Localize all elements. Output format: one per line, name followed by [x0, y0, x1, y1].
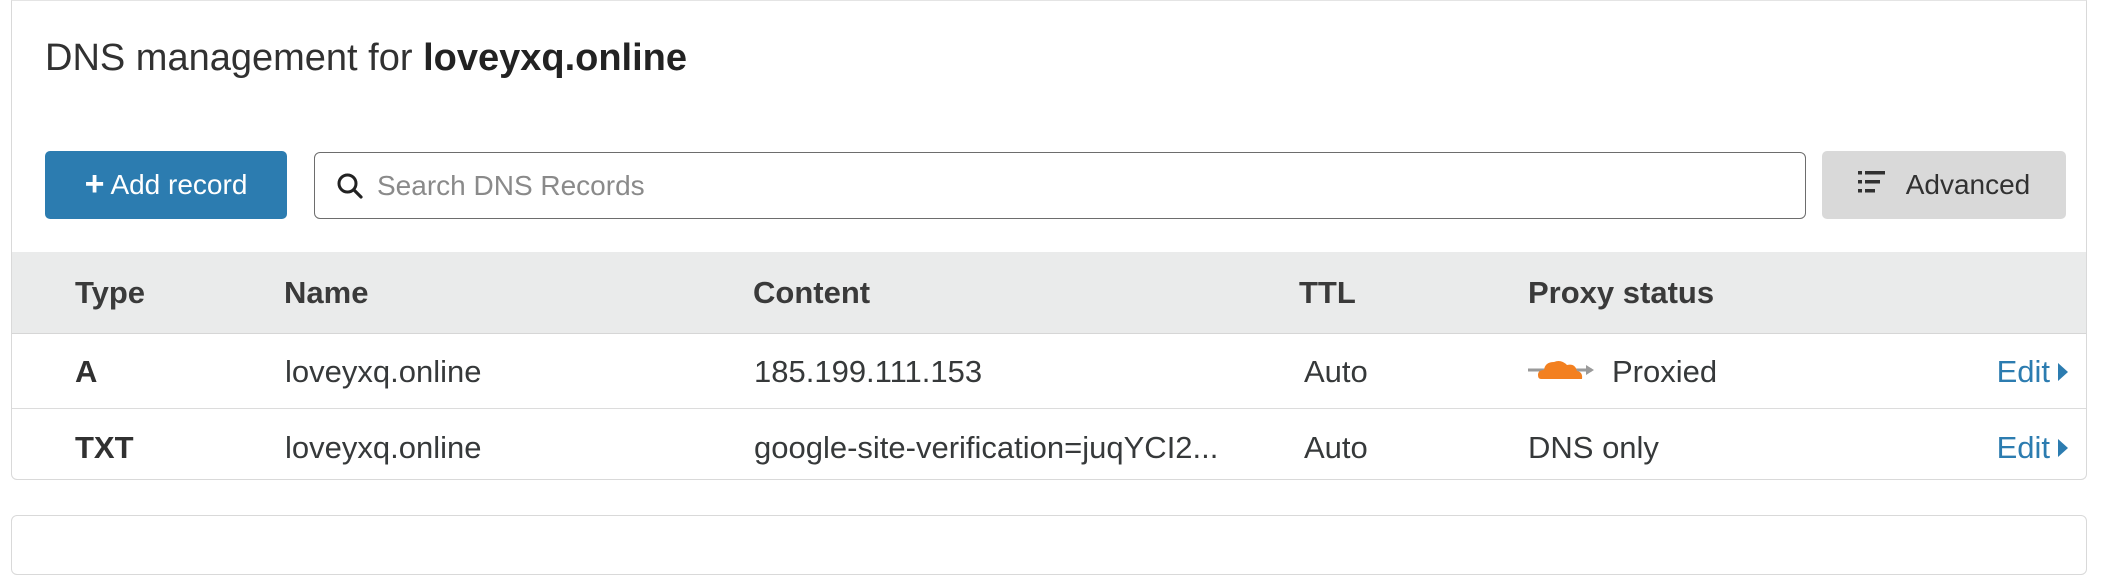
dns-records-card: DNS management for loveyxq.online + Add …	[11, 0, 2087, 480]
add-record-button[interactable]: + Add record	[45, 151, 287, 219]
caret-right-icon	[2058, 438, 2068, 457]
page-title-prefix: DNS management for	[45, 37, 424, 79]
column-header-name[interactable]: Name	[284, 252, 368, 334]
search-icon	[335, 171, 365, 201]
record-name: loveyxq.online	[285, 430, 482, 465]
add-record-label: Add record	[110, 169, 248, 200]
next-card	[11, 515, 2087, 575]
edit-label: Edit	[1996, 430, 2050, 465]
record-type: TXT	[75, 430, 134, 465]
search-input[interactable]	[375, 152, 1805, 219]
record-name: loveyxq.online	[285, 354, 482, 389]
record-content: google-site-verification=juqYCI2...	[754, 430, 1219, 465]
page-title-domain: loveyxq.online	[423, 37, 688, 79]
advanced-label: Advanced	[1905, 169, 2031, 200]
proxy-status-label: Proxied	[1612, 354, 1718, 389]
edit-record-button[interactable]: Edit	[1996, 410, 2068, 479]
record-ttl: Auto	[1304, 430, 1368, 465]
edit-label: Edit	[1996, 354, 2050, 389]
record-ttl: Auto	[1304, 354, 1368, 389]
table-header: Type Name Content TTL Proxy status	[12, 252, 2086, 334]
edit-record-button[interactable]: Edit	[1997, 334, 2068, 409]
search-box[interactable]	[314, 152, 1806, 219]
orange-cloud-icon	[1528, 334, 1594, 409]
column-header-proxy-status[interactable]: Proxy status	[1528, 252, 1714, 334]
column-header-ttl[interactable]: TTL	[1299, 252, 1356, 334]
caret-right-icon	[2058, 362, 2068, 381]
proxy-status-label: DNS only	[1528, 430, 1659, 465]
record-content: 185.199.111.153	[754, 354, 983, 389]
page-title: DNS management for loveyxq.online	[45, 37, 687, 80]
advanced-button[interactable]: Advanced	[1822, 151, 2066, 219]
plus-icon: +	[84, 164, 105, 203]
table-row[interactable]: A loveyxq.online 185.199.111.153 Auto Pr…	[12, 334, 2086, 409]
column-header-type[interactable]: Type	[75, 252, 145, 334]
column-header-content[interactable]: Content	[753, 252, 870, 334]
proxy-status: Proxied	[1528, 334, 1717, 409]
list-filter-icon	[1857, 169, 1886, 201]
record-type: A	[75, 354, 98, 389]
table-row[interactable]: TXT loveyxq.online google-site-verificat…	[12, 410, 2086, 479]
